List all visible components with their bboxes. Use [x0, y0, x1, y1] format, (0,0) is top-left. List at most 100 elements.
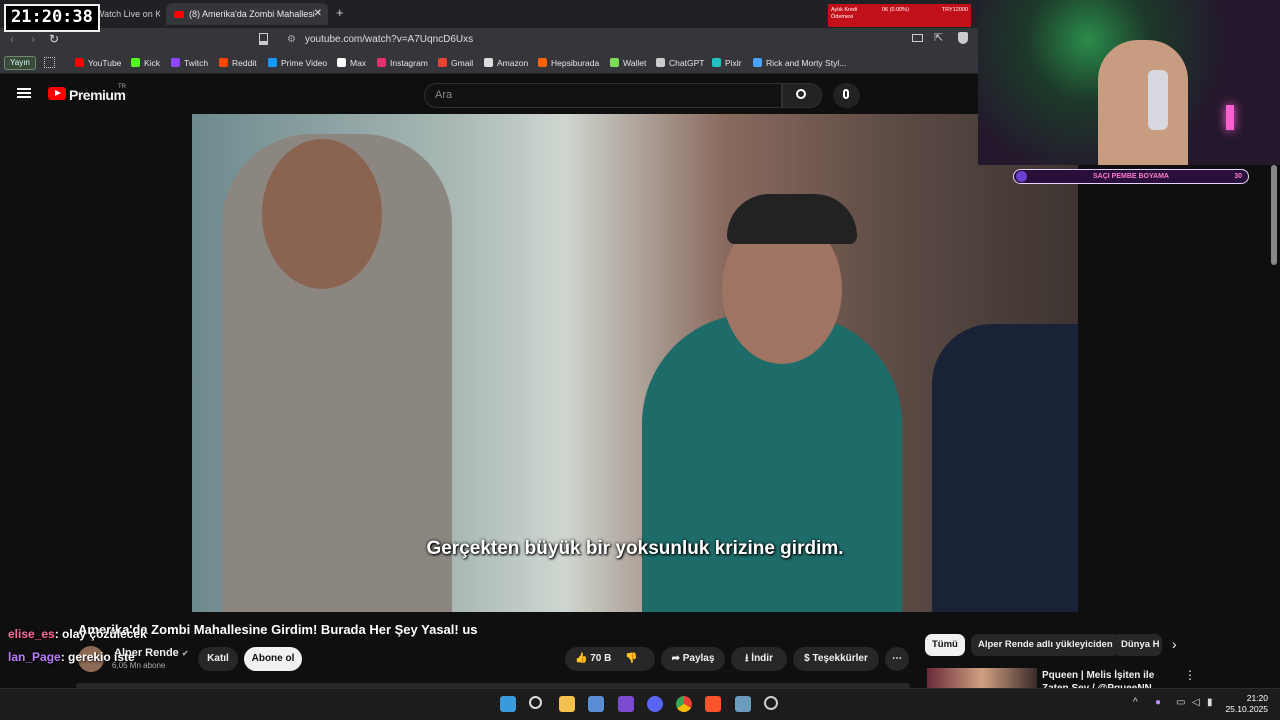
menu-icon[interactable]	[17, 88, 31, 90]
bookmark-reddit[interactable]: Reddit	[219, 56, 257, 70]
download-button[interactable]: ⭳ İndir	[731, 647, 787, 671]
back-icon[interactable]: ‹	[10, 32, 14, 46]
tab-youtube[interactable]: (8) Amerika'da Zombi Mahallesi ✕	[166, 3, 328, 25]
subscribe-button[interactable]: Abone ol	[244, 647, 302, 671]
youtube-premium-logo[interactable]: Premium	[69, 87, 126, 103]
start-icon[interactable]	[500, 696, 516, 712]
bookmark-hepsiburada[interactable]: Hepsiburada	[538, 56, 599, 70]
share-arrow-icon: ➦	[671, 653, 680, 664]
bookmark-label: Kick	[144, 58, 161, 68]
chip-all[interactable]: Tümü	[925, 634, 965, 656]
tab-label: (8) Amerika'da Zombi Mahallesi	[189, 9, 315, 19]
volume-icon[interactable]: ◁	[1192, 697, 1200, 708]
chat-user: elise_es	[8, 627, 55, 641]
bookmark-twitch[interactable]: Twitch	[171, 56, 208, 70]
bookmark-favicon-icon	[438, 58, 447, 67]
bookmark-label: ChatGPT	[669, 58, 705, 68]
bookmark-amazon[interactable]: Amazon	[484, 56, 528, 70]
chip-uploader[interactable]: Alper Rende adlı yükleyiciden	[971, 634, 1120, 656]
new-tab-button[interactable]: +	[336, 5, 344, 20]
youtube-icon	[174, 11, 184, 18]
obs-icon[interactable]	[618, 696, 634, 712]
chips-next-icon[interactable]: ›	[1172, 636, 1177, 652]
tray-chevron-icon[interactable]: ^	[1133, 697, 1138, 708]
bookmark-prime-video[interactable]: Prime Video	[268, 56, 327, 70]
cast-icon[interactable]	[912, 34, 923, 42]
file-explorer-icon[interactable]	[559, 696, 575, 712]
stream-app-button[interactable]: Yayın	[4, 56, 36, 70]
share-button[interactable]: ➦ Paylaş	[661, 647, 725, 671]
bookmark-label: Wallet	[623, 58, 647, 68]
streamer-webcam	[978, 0, 1280, 165]
brave-icon[interactable]	[705, 696, 721, 712]
bookmark-rick-and-morty-styl[interactable]: Rick and Morty Styl...	[753, 56, 846, 70]
bookmark-label: Reddit	[232, 58, 257, 68]
bookmark-instagram[interactable]: Instagram	[377, 56, 428, 70]
search-input[interactable]: Ara	[424, 83, 782, 108]
dislike-icon[interactable]: 👎	[625, 647, 637, 671]
bookmark-favicon-icon	[171, 58, 180, 67]
mic-icon	[843, 89, 849, 99]
mic-tray-icon[interactable]: ●	[1155, 697, 1161, 708]
tab-label: Watch Live on Ki...	[96, 9, 160, 19]
bookmark-gmail[interactable]: Gmail	[438, 56, 473, 70]
bookmark-wallet[interactable]: Wallet	[610, 56, 646, 70]
forward-icon[interactable]: ›	[31, 32, 35, 46]
video-player[interactable]: Gerçekten büyük bir yoksunluk krizine gi…	[192, 114, 1078, 612]
progress-label: SAÇI PEMBE BOYAMA	[1093, 173, 1169, 180]
like-count[interactable]: 70 B	[590, 653, 611, 664]
reload-icon[interactable]: ↻	[49, 32, 59, 46]
join-button[interactable]: Katıl	[198, 647, 238, 671]
chrome-icon[interactable]	[676, 696, 692, 712]
battery-icon[interactable]: ▮	[1207, 697, 1213, 708]
recommended-title[interactable]: Pqueen | Melis İşiten ile Zaten Şey / @P…	[1042, 669, 1172, 688]
bookmark-favicon-icon	[656, 58, 665, 67]
widget-title: Aylık Kredi Ödemesi	[831, 7, 858, 20]
chip-world[interactable]: Dünya H	[1114, 634, 1162, 656]
region-code: TR	[118, 84, 126, 90]
bookmark-kick[interactable]: Kick	[131, 56, 160, 70]
bookmark-label: Gmail	[451, 58, 474, 68]
verified-icon: ✔	[181, 649, 189, 658]
voice-search-button[interactable]	[833, 83, 860, 108]
app-icon[interactable]	[735, 696, 751, 712]
like-icon[interactable]: 👍	[575, 653, 587, 664]
more-actions-button[interactable]: ⋯	[885, 647, 909, 671]
bookmark-favicon-icon	[131, 58, 140, 67]
brave-shield-icon[interactable]	[958, 32, 968, 44]
webcam-can	[1148, 70, 1168, 130]
close-tab-icon[interactable]: ✕	[314, 3, 322, 25]
store-icon[interactable]	[588, 696, 604, 712]
windows-taskbar	[0, 688, 1280, 720]
site-info-icon[interactable]: ⚙	[287, 31, 296, 49]
bookmark-pixlr[interactable]: Pixlr	[712, 56, 742, 70]
bookmark-favicon-icon	[610, 58, 619, 67]
bookmark-favicon-icon	[753, 58, 762, 67]
page-scrollbar[interactable]	[1271, 165, 1277, 265]
progress-fill	[1016, 171, 1027, 182]
recommended-menu-icon[interactable]: ⋮	[1184, 668, 1196, 682]
discord-icon[interactable]	[647, 696, 663, 712]
url-field[interactable]: ⚙ youtube.com/watch?v=A7UqncD6Uxs	[278, 31, 908, 49]
apps-grid-icon[interactable]	[44, 57, 55, 68]
bookmark-favicon-icon	[268, 58, 277, 67]
bookmark-max[interactable]: Max	[337, 56, 366, 70]
thanks-button[interactable]: $ Teşekkürler	[793, 647, 879, 671]
system-clock[interactable]: 21:20 25.10.2025	[1218, 693, 1268, 715]
bookmark-youtube[interactable]: YouTube	[75, 56, 121, 70]
recommended-thumbnail[interactable]	[927, 668, 1037, 688]
youtube-logo-icon[interactable]	[48, 87, 66, 100]
download-label: İndir	[751, 653, 773, 664]
bookmark-favicon-icon	[484, 58, 493, 67]
bookmark-label: Hepsiburada	[551, 58, 600, 68]
network-icon[interactable]: ▭	[1176, 697, 1185, 708]
steam-icon[interactable]	[764, 696, 778, 710]
share-icon[interactable]: ⇱	[934, 31, 943, 44]
bookmark-icon[interactable]	[259, 33, 268, 45]
webcam-person	[1098, 40, 1188, 165]
webcam-light	[1226, 105, 1234, 130]
bookmark-favicon-icon	[712, 58, 721, 67]
search-button[interactable]	[782, 83, 822, 108]
bookmark-chatgpt[interactable]: ChatGPT	[656, 56, 704, 70]
search-taskbar-icon[interactable]	[529, 696, 542, 709]
